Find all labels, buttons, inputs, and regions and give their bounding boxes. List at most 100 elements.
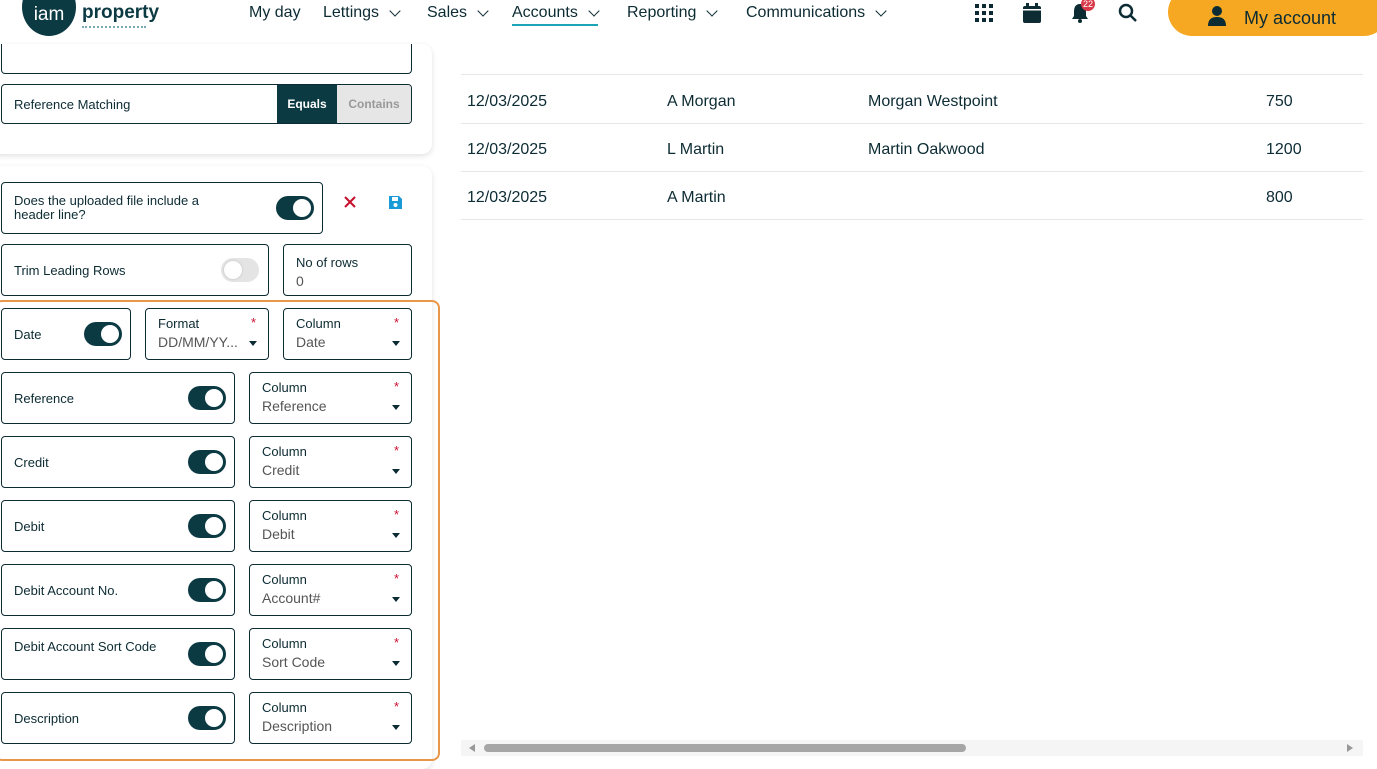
required-marker: * xyxy=(393,315,399,330)
cell-date: 12/03/2025 xyxy=(467,189,548,206)
cell-amount: 800 xyxy=(1266,189,1293,206)
reference-column-select[interactable]: Column * Reference xyxy=(249,372,412,424)
search-icon[interactable] xyxy=(1117,2,1139,24)
table-row[interactable]: 12/03/2025 L Martin Martin Oakwood 1200 xyxy=(461,124,1363,172)
date-column-title: Column xyxy=(296,316,341,331)
column-title: Column xyxy=(262,572,307,587)
caret-down-icon xyxy=(392,661,400,666)
column-title: Column xyxy=(262,636,307,651)
nav-my-day-label: My day xyxy=(249,4,301,21)
scrollbar-thumb[interactable] xyxy=(484,744,966,752)
clipped-field[interactable] xyxy=(1,44,412,74)
date-column-select[interactable]: Column * Date xyxy=(283,308,412,360)
caret-down-icon xyxy=(392,341,400,346)
cell-amount: 750 xyxy=(1266,93,1293,110)
nav-communications[interactable]: Communications xyxy=(746,4,887,22)
chevron-down-icon xyxy=(706,5,719,17)
debit-sort-code-column-select[interactable]: Column * Sort Code xyxy=(249,628,412,680)
reference-column-value: Reference xyxy=(262,398,327,414)
debit-column-select[interactable]: Column * Debit xyxy=(249,500,412,552)
required-marker: * xyxy=(393,699,399,714)
date-format-value: DD/MM/YY... xyxy=(158,334,238,350)
trim-leading-rows-toggle[interactable] xyxy=(221,258,259,282)
nav-reporting[interactable]: Reporting xyxy=(627,4,719,22)
nav-my-day[interactable]: My day xyxy=(249,4,301,22)
trim-leading-rows-label: Trim Leading Rows xyxy=(14,263,126,278)
chevron-down-icon xyxy=(477,5,489,17)
header-line-label: Does the uploaded file include a header … xyxy=(14,193,200,222)
date-toggle[interactable] xyxy=(84,322,122,346)
table-top-border xyxy=(461,74,1363,75)
nav-accounts-label: Accounts xyxy=(512,4,578,21)
column-title: Column xyxy=(262,700,307,715)
credit-column-value: Credit xyxy=(262,462,300,478)
logo-wordmark: property xyxy=(82,2,160,23)
table-row[interactable]: 12/03/2025 A Martin 800 xyxy=(461,172,1363,220)
debit-sort-code-toggle[interactable] xyxy=(188,642,226,666)
required-marker: * xyxy=(393,443,399,458)
nav-sales-label: Sales xyxy=(427,4,468,21)
credit-toggle[interactable] xyxy=(188,450,226,474)
debit-account-no-toggle[interactable] xyxy=(188,578,226,602)
nav-sales[interactable]: Sales xyxy=(427,4,489,22)
save-icon[interactable] xyxy=(388,195,403,215)
required-marker: * xyxy=(393,571,399,586)
debit-account-no-label: Debit Account No. xyxy=(14,583,119,598)
description-column-value: Description xyxy=(262,718,333,734)
caret-down-icon xyxy=(249,341,257,346)
top-navigation: iam property My day Lettings Sales Accou… xyxy=(0,0,1377,44)
required-marker: * xyxy=(250,315,256,330)
cell-reference: Martin Oakwood xyxy=(868,141,985,158)
equals-option-button[interactable]: Equals xyxy=(277,85,337,123)
required-marker: * xyxy=(393,507,399,522)
nav-reporting-label: Reporting xyxy=(627,4,697,21)
date-format-title: Format xyxy=(158,316,200,331)
caret-down-icon xyxy=(392,469,400,474)
cell-name: L Martin xyxy=(667,141,725,158)
table-row[interactable]: 12/03/2025 A Morgan Morgan Westpoint 750 xyxy=(461,76,1363,124)
column-title: Column xyxy=(262,508,307,523)
logo[interactable]: iam xyxy=(22,0,76,36)
credit-label: Credit xyxy=(14,455,49,470)
logo-text-a: iam xyxy=(33,4,65,25)
reference-label: Reference xyxy=(14,391,74,406)
cell-reference: Morgan Westpoint xyxy=(868,93,998,110)
scroll-right-icon[interactable] xyxy=(1347,744,1353,752)
cell-date: 12/03/2025 xyxy=(467,93,548,110)
chevron-down-icon xyxy=(875,5,887,17)
debit-account-no-column-select[interactable]: Column * Account# xyxy=(249,564,412,616)
nav-accounts[interactable]: Accounts xyxy=(512,4,600,26)
description-column-select[interactable]: Column * Description xyxy=(249,692,412,744)
nav-lettings-label: Lettings xyxy=(323,4,380,21)
credit-column-select[interactable]: Column * Credit xyxy=(249,436,412,488)
no-of-rows-value: 0 xyxy=(296,273,304,289)
caret-down-icon xyxy=(392,533,400,538)
header-line-toggle[interactable] xyxy=(276,196,314,220)
reference-toggle[interactable] xyxy=(188,386,226,410)
nav-lettings[interactable]: Lettings xyxy=(323,4,401,22)
chevron-down-icon xyxy=(389,5,401,17)
user-icon xyxy=(1208,5,1226,31)
my-account-label: My account xyxy=(1244,7,1337,28)
calendar-icon[interactable] xyxy=(1021,2,1043,24)
apps-grid-icon[interactable] xyxy=(973,2,995,24)
date-format-select[interactable]: Format * DD/MM/YY... xyxy=(145,308,269,360)
logo-dots-decoration xyxy=(82,26,146,28)
debit-toggle[interactable] xyxy=(188,514,226,538)
date-label: Date xyxy=(14,327,42,342)
close-icon[interactable] xyxy=(343,195,357,214)
description-toggle[interactable] xyxy=(188,706,226,730)
debit-label: Debit xyxy=(14,519,45,534)
cell-name: A Morgan xyxy=(667,93,736,110)
cell-date: 12/03/2025 xyxy=(467,141,548,158)
scroll-left-icon[interactable] xyxy=(469,744,475,752)
nav-communications-label: Communications xyxy=(746,4,866,21)
cell-amount: 1200 xyxy=(1266,141,1302,158)
caret-down-icon xyxy=(392,725,400,730)
reference-matching-label: Reference Matching xyxy=(14,97,131,112)
contains-option-button[interactable]: Contains xyxy=(337,85,411,123)
debit-column-value: Debit xyxy=(262,526,295,542)
description-label: Description xyxy=(14,711,80,726)
column-title: Column xyxy=(262,380,307,395)
my-account-button[interactable]: My account xyxy=(1168,0,1377,36)
